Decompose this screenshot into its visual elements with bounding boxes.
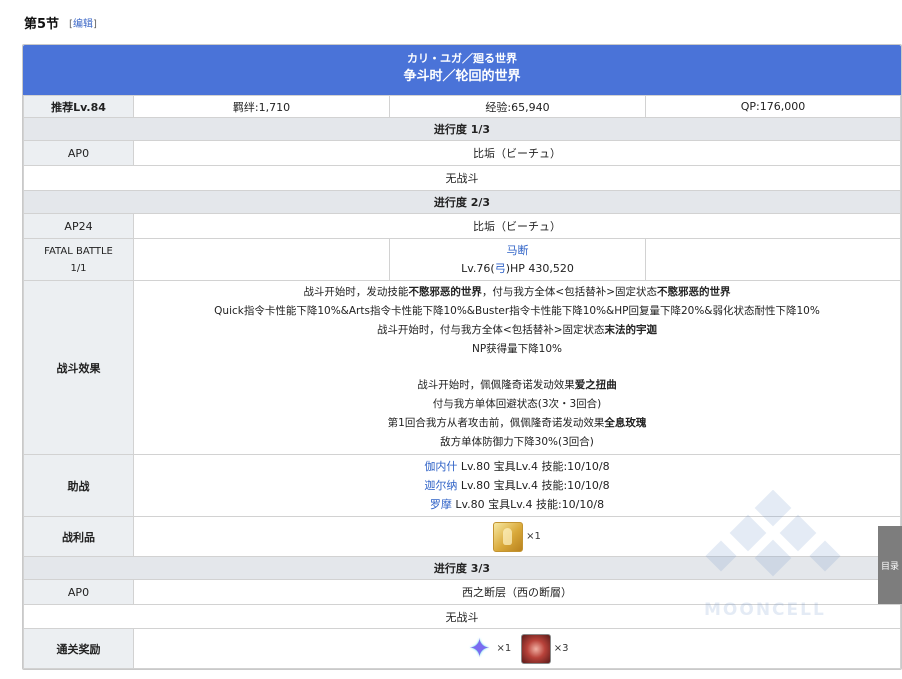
section-title: 第5节 xyxy=(24,16,60,32)
fatal-battle-count: 1/1 xyxy=(70,262,87,274)
effect-line: 第1回合我方从者攻击前，佩佩隆奇诺发动效果全息玫瑰 xyxy=(387,417,647,429)
battle-effects: 战斗开始时，发动技能不愍邪恶的世界，付与我方全体<包括替补>固定状态不愍邪恶的世… xyxy=(133,280,901,455)
progress-2-header: 进行度 2/3 xyxy=(23,190,901,214)
quest-info-table: 推荐Lv.84 羁绊:1,710 经验:65,940 QP:176,000 进行… xyxy=(23,95,901,669)
progress-1-ap: AP0 xyxy=(23,140,134,166)
loot-count: ×1 xyxy=(526,531,541,542)
quest-title-cn: 争斗时／轮回的世界 xyxy=(403,69,521,84)
battle-effects-label: 战斗效果 xyxy=(23,280,134,455)
red-material-icon[interactable] xyxy=(520,633,551,664)
effect-line: 敌方单体防御力下降30%(3回合) xyxy=(440,436,594,448)
progress-1-location: 比垢（ビーチュ） xyxy=(133,140,901,166)
summary-row: 推荐Lv.84 羁绊:1,710 经验:65,940 QP:176,000 xyxy=(23,95,901,118)
support-entry: 迦尔纳 Lv.80 宝具Lv.4 技能:10/10/8 xyxy=(424,479,610,492)
effect-line: NP获得量下降10% xyxy=(471,343,563,355)
enemy-name-link[interactable]: 马断 xyxy=(507,244,529,257)
effect-line: Quick指令卡性能下降10%&Arts指令卡性能下降10%&Buster指令卡… xyxy=(214,305,820,317)
progress-2-ap: AP24 xyxy=(23,213,134,239)
effect-line: 付与我方单体回避状态(3次・3回合) xyxy=(432,398,602,410)
progress-3-location: 西之断层（西の断層） xyxy=(133,579,901,605)
progress-1-header: 进行度 1/3 xyxy=(23,117,901,141)
support-servant-link[interactable]: 伽内什 xyxy=(424,460,457,473)
effect-line: 战斗开始时，付与我方全体<包括替补>固定状态末法的宇迦 xyxy=(376,324,658,336)
loot-list: ×1 xyxy=(133,516,901,557)
section-header: 第5节 [编辑] xyxy=(24,12,97,32)
clear-reward-label: 通关奖励 xyxy=(23,628,134,669)
edit-label[interactable]: 编辑 xyxy=(73,19,93,30)
effect-line: 战斗开始时，发动技能不愍邪恶的世界，付与我方全体<包括替补>固定状态不愍邪恶的世… xyxy=(303,286,731,298)
progress-2-location: 比垢（ビーチュ） xyxy=(133,213,901,239)
enemy-class-link[interactable]: 弓 xyxy=(495,262,506,275)
clear-reward-list: ✦ ×1 ×3 xyxy=(133,628,901,669)
qp-value: QP:176,000 xyxy=(645,95,901,118)
reward-count: ×1 xyxy=(496,643,512,654)
effect-gap xyxy=(134,359,900,376)
fatal-battle-cell: FATAL BATTLE 1/1 xyxy=(23,238,134,281)
enemy-stats: Lv.76(弓)HP 430,520 xyxy=(461,261,574,275)
loot-label: 战利品 xyxy=(23,516,134,557)
support-label: 助战 xyxy=(23,454,134,517)
toc-side-tab[interactable]: 目录 xyxy=(878,526,902,604)
reward-count: ×3 xyxy=(553,643,569,654)
progress-3-header: 进行度 3/3 xyxy=(23,556,901,580)
progress-3-battle: 无战斗 xyxy=(23,604,901,629)
quest-title-jp: カリ・ユガ／廻る世界 xyxy=(407,52,517,65)
bond-value: 羁绊:1,710 xyxy=(133,95,390,118)
enemy-empty-left xyxy=(133,238,390,281)
progress-3-ap: AP0 xyxy=(23,579,134,605)
gold-chest-icon[interactable] xyxy=(493,521,524,552)
support-servant-link[interactable]: 迦尔纳 xyxy=(424,479,457,492)
saint-quartz-icon[interactable]: ✦ xyxy=(466,635,494,663)
enemy-empty-right xyxy=(645,238,901,281)
recommended-level: 推荐Lv.84 xyxy=(23,95,134,118)
fatal-battle-label: FATAL BATTLE xyxy=(44,245,113,257)
progress-1-battle: 无战斗 xyxy=(23,165,901,191)
support-entry: 罗摩 Lv.80 宝具Lv.4 技能:10/10/8 xyxy=(429,498,605,511)
effect-line: 战斗开始时，佩佩隆奇诺发动效果爱之扭曲 xyxy=(417,379,617,391)
support-servant-link[interactable]: 罗摩 xyxy=(430,498,452,511)
exp-value: 经验:65,940 xyxy=(389,95,646,118)
support-entry: 伽内什 Lv.80 宝具Lv.4 技能:10/10/8 xyxy=(424,460,610,473)
quest-table: カリ・ユガ／廻る世界 争斗时／轮回的世界 推荐Lv.84 羁绊:1,710 经验… xyxy=(22,44,902,670)
edit-link[interactable]: [编辑] xyxy=(69,15,97,30)
quest-banner: カリ・ユガ／廻る世界 争斗时／轮回的世界 xyxy=(23,45,901,95)
enemy-cell: 马断 Lv.76(弓)HP 430,520 xyxy=(389,238,646,281)
support-list: 伽内什 Lv.80 宝具Lv.4 技能:10/10/8 迦尔纳 Lv.80 宝具… xyxy=(133,454,901,517)
